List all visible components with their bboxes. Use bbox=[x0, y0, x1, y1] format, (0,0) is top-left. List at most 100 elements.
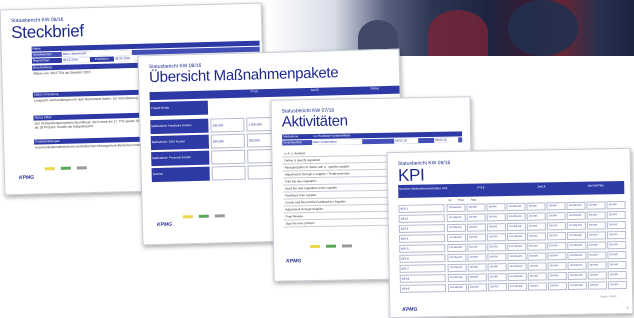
status-effekt-label: Status Effekt bbox=[34, 115, 52, 120]
kpi-cell: 123.456.000 bbox=[566, 231, 587, 241]
status-umsetzung-label: Status Umsetzung bbox=[33, 91, 59, 97]
legend-yellow bbox=[309, 244, 321, 249]
measure-label: Maßnahme bbox=[283, 134, 299, 139]
row-label-0: Projekt Heute bbox=[149, 100, 209, 117]
kpi-cell: 100.000 bbox=[527, 282, 548, 291]
slide-title: Aktivitäten bbox=[281, 112, 348, 131]
kpi-cell: 100.000 bbox=[526, 222, 546, 231]
table-cell bbox=[211, 149, 246, 165]
kpi-cell: 123.456.000 bbox=[447, 283, 468, 293]
kpi-cell: 100.000 bbox=[527, 272, 547, 281]
kpi-cell: 100.000 bbox=[526, 232, 547, 241]
kpi-cell: 100.000 bbox=[587, 281, 607, 290]
legend-grey bbox=[214, 214, 225, 218]
kpi-cell: 123.456.000 bbox=[507, 262, 527, 272]
kpi-row-label: KPI 9 bbox=[399, 284, 447, 293]
kpi-cell: 100.000 bbox=[546, 202, 566, 211]
kpi-row-label: KPI 2 bbox=[398, 214, 445, 223]
kpi-row-label: KPI 6 bbox=[399, 254, 446, 263]
kpi-cell: 100.000 bbox=[527, 252, 547, 261]
footnote: Quelle: KPMG bbox=[600, 295, 617, 299]
name-label: Name bbox=[32, 46, 41, 51]
kpi-cell: 123.456.000 bbox=[567, 241, 587, 251]
col-status: Status bbox=[370, 86, 380, 91]
kpi-cell: 123.456.000 bbox=[506, 202, 526, 212]
kpi-row-label: KPI 5 bbox=[399, 244, 446, 253]
kpi-cell: 123.456.000 bbox=[447, 243, 467, 253]
kpi-cell: 100.000 bbox=[487, 273, 507, 282]
sub-plan: Plan bbox=[458, 197, 465, 202]
kpi-row-label: KPI 7 bbox=[399, 264, 446, 273]
kpi-cell: 123.456.000 bbox=[446, 213, 466, 223]
col-jan16: Jan16 bbox=[310, 87, 319, 92]
legend-green bbox=[198, 214, 209, 218]
kpi-cell: 123.456.000 bbox=[446, 223, 466, 233]
start-value: 08.02.2016 bbox=[61, 57, 91, 63]
legend-grey bbox=[76, 166, 87, 170]
kpi-cell: 100.000 bbox=[487, 233, 507, 242]
kpi-cell: 100.000 bbox=[607, 270, 627, 280]
kpi-cell: 100.000 bbox=[587, 241, 607, 250]
kpi-cell: 123.456.000 bbox=[507, 252, 527, 262]
kpi-cell: 100.000 bbox=[607, 240, 627, 250]
responsible-value: Marc Liebermann bbox=[312, 139, 363, 146]
kpi-cell: 100.000 bbox=[486, 223, 506, 232]
legend-green bbox=[325, 244, 337, 248]
kpi-cell: 123.456.000 bbox=[507, 272, 527, 282]
row-label-2: Maßnahme: EDV Kosten bbox=[150, 134, 210, 151]
kpi-cell: 100.000 bbox=[587, 271, 607, 280]
kpi-cell: 123.456.000 bbox=[507, 232, 527, 242]
row-label-4: Summe bbox=[151, 166, 210, 183]
photo-shape bbox=[428, 10, 488, 56]
start-label: Beginn/Start bbox=[32, 58, 50, 63]
kpi-cell: 100.000 bbox=[466, 203, 486, 212]
table-cell: 500.000 bbox=[210, 133, 246, 149]
kpi-cell: 100.000 bbox=[547, 282, 568, 291]
kpi-cell: 100.000 bbox=[487, 263, 507, 272]
kpi-cell: 100.000 bbox=[547, 242, 567, 251]
kpi-cell: 123.456.000 bbox=[447, 273, 467, 283]
kpi-cell: 100.000 bbox=[587, 251, 607, 260]
slide-title: Steckbrief bbox=[10, 21, 85, 43]
sub-abw: Abw. bbox=[470, 197, 477, 202]
kpi-cell: 123.456.000 bbox=[447, 253, 467, 263]
kpi-cell: 123.456.000 bbox=[506, 212, 526, 222]
slide-title: Übersicht Maßnahmenpakete bbox=[148, 64, 339, 87]
measure-value: 1.1 Hardware-Kosteneffekte bbox=[313, 133, 351, 139]
kpi-cell: 100.000 bbox=[487, 243, 507, 252]
end-value: 08.06.16 bbox=[434, 137, 459, 143]
kpi-cell: 100.000 bbox=[546, 232, 567, 241]
slide-title: KPI bbox=[397, 165, 425, 185]
kpi-cell: 123.456.000 bbox=[567, 251, 587, 261]
kpi-cell: 100.000 bbox=[487, 253, 507, 262]
kpmg-logo: KPMG bbox=[18, 174, 35, 182]
row-label-3: Maßnahme: Personal Kosten bbox=[151, 150, 210, 167]
kpmg-logo: KPMG bbox=[402, 306, 418, 313]
kpmg-logo: KPMG bbox=[286, 258, 302, 265]
kpi-cell: 100.000 bbox=[547, 272, 567, 281]
kpi-row-label: KPI 4 bbox=[399, 234, 446, 243]
kpi-cell: 123.456.000 bbox=[506, 222, 526, 232]
kpi-cell: 100.000 bbox=[607, 280, 627, 290]
responsible-label: Verantwortlich bbox=[32, 52, 52, 57]
kpi-cell: 100.000 bbox=[547, 252, 567, 261]
kpi-cell: 123.456.000 bbox=[507, 282, 528, 292]
kpi-group: Jan16 bbox=[537, 184, 546, 189]
row-label-1: Maßnahme: Hardware Kosten bbox=[150, 118, 209, 135]
kpi-cell: 123.456.000 bbox=[567, 261, 587, 270]
start-value: 08.02.16 bbox=[394, 138, 419, 144]
kpi-cell: 100.000 bbox=[487, 283, 508, 292]
kpi-cell: 100.000 bbox=[586, 221, 606, 230]
kpi-cell: 100.000 bbox=[466, 223, 486, 232]
kpi-cell: 100.000 bbox=[486, 213, 506, 222]
slide-kpi[interactable]: Statusbericht KW 08/16 KPI Nummer Maßnah… bbox=[386, 147, 634, 318]
kpi-cell: 123.456.000 bbox=[566, 221, 586, 231]
kpi-cell: 123.456.000 bbox=[567, 281, 588, 290]
kpi-cell: 100.000 bbox=[606, 210, 626, 220]
kpi-cell: 100.000 bbox=[586, 231, 607, 240]
kpi-cell: 100.000 bbox=[467, 243, 487, 252]
legend-green bbox=[60, 166, 71, 170]
responsible-label: Verantwortlich bbox=[283, 140, 303, 145]
kpi-cell: 100.000 bbox=[607, 250, 627, 260]
kpi-cell: 123.456.000 bbox=[566, 211, 586, 221]
